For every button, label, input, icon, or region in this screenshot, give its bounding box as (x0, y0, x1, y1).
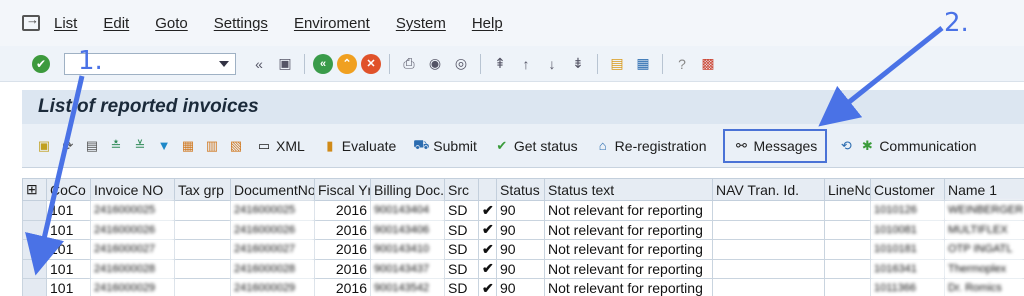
arrow-one (25, 75, 85, 276)
arrow-two (818, 26, 944, 127)
annotation-two: 2. (944, 8, 969, 38)
annotation-arrows (25, 26, 944, 276)
annotation-one: 1. (78, 46, 103, 76)
